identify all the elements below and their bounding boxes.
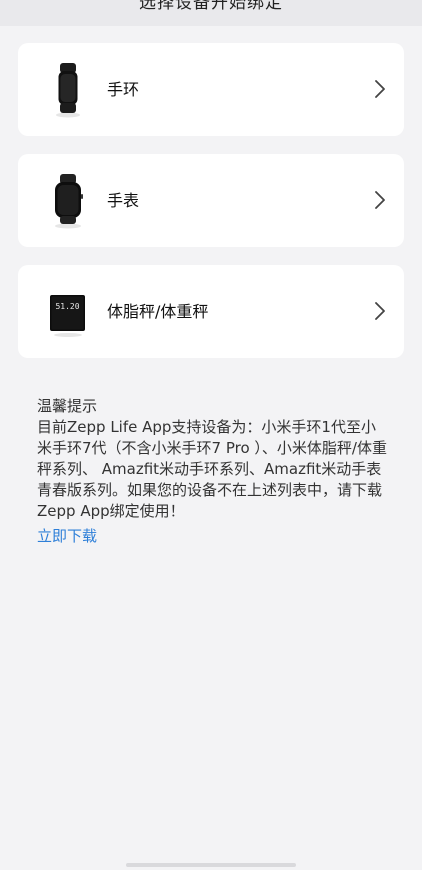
- watch-icon: [55, 174, 83, 229]
- page-header: 选择设备开始绑定: [0, 0, 422, 26]
- chevron-right-icon: [375, 302, 385, 320]
- chevron-right-icon: [375, 80, 385, 98]
- tips-body: 目前Zepp Life App支持设备为：小米手环1代至小米手环7代（不含小米手…: [37, 418, 387, 520]
- page-title: 选择设备开始绑定: [139, 0, 283, 13]
- download-link[interactable]: 立即下载: [37, 526, 97, 547]
- device-option-band[interactable]: 手环: [18, 43, 404, 136]
- device-option-scale[interactable]: 51.20 体脂秤/体重秤: [18, 265, 404, 358]
- scale-icon: 51.20: [50, 295, 85, 337]
- chevron-right-icon: [375, 191, 385, 209]
- device-label-scale: 体脂秤/体重秤: [107, 302, 209, 321]
- tips-title: 温馨提示: [37, 397, 98, 415]
- tips-section: 温馨提示 目前Zepp Life App支持设备为：小米手环1代至小米手环7代（…: [37, 396, 387, 547]
- device-label-band: 手环: [107, 80, 140, 99]
- home-indicator: [126, 863, 296, 867]
- scale-display-reading: 51.20: [55, 302, 79, 311]
- device-label-watch: 手表: [107, 191, 140, 210]
- band-icon: [56, 63, 80, 118]
- device-option-watch[interactable]: 手表: [18, 154, 404, 247]
- bind-device-screen: 选择设备开始绑定 手环 手表 51.20 体脂秤/体重秤 温馨提示 目前Zepp…: [0, 0, 422, 870]
